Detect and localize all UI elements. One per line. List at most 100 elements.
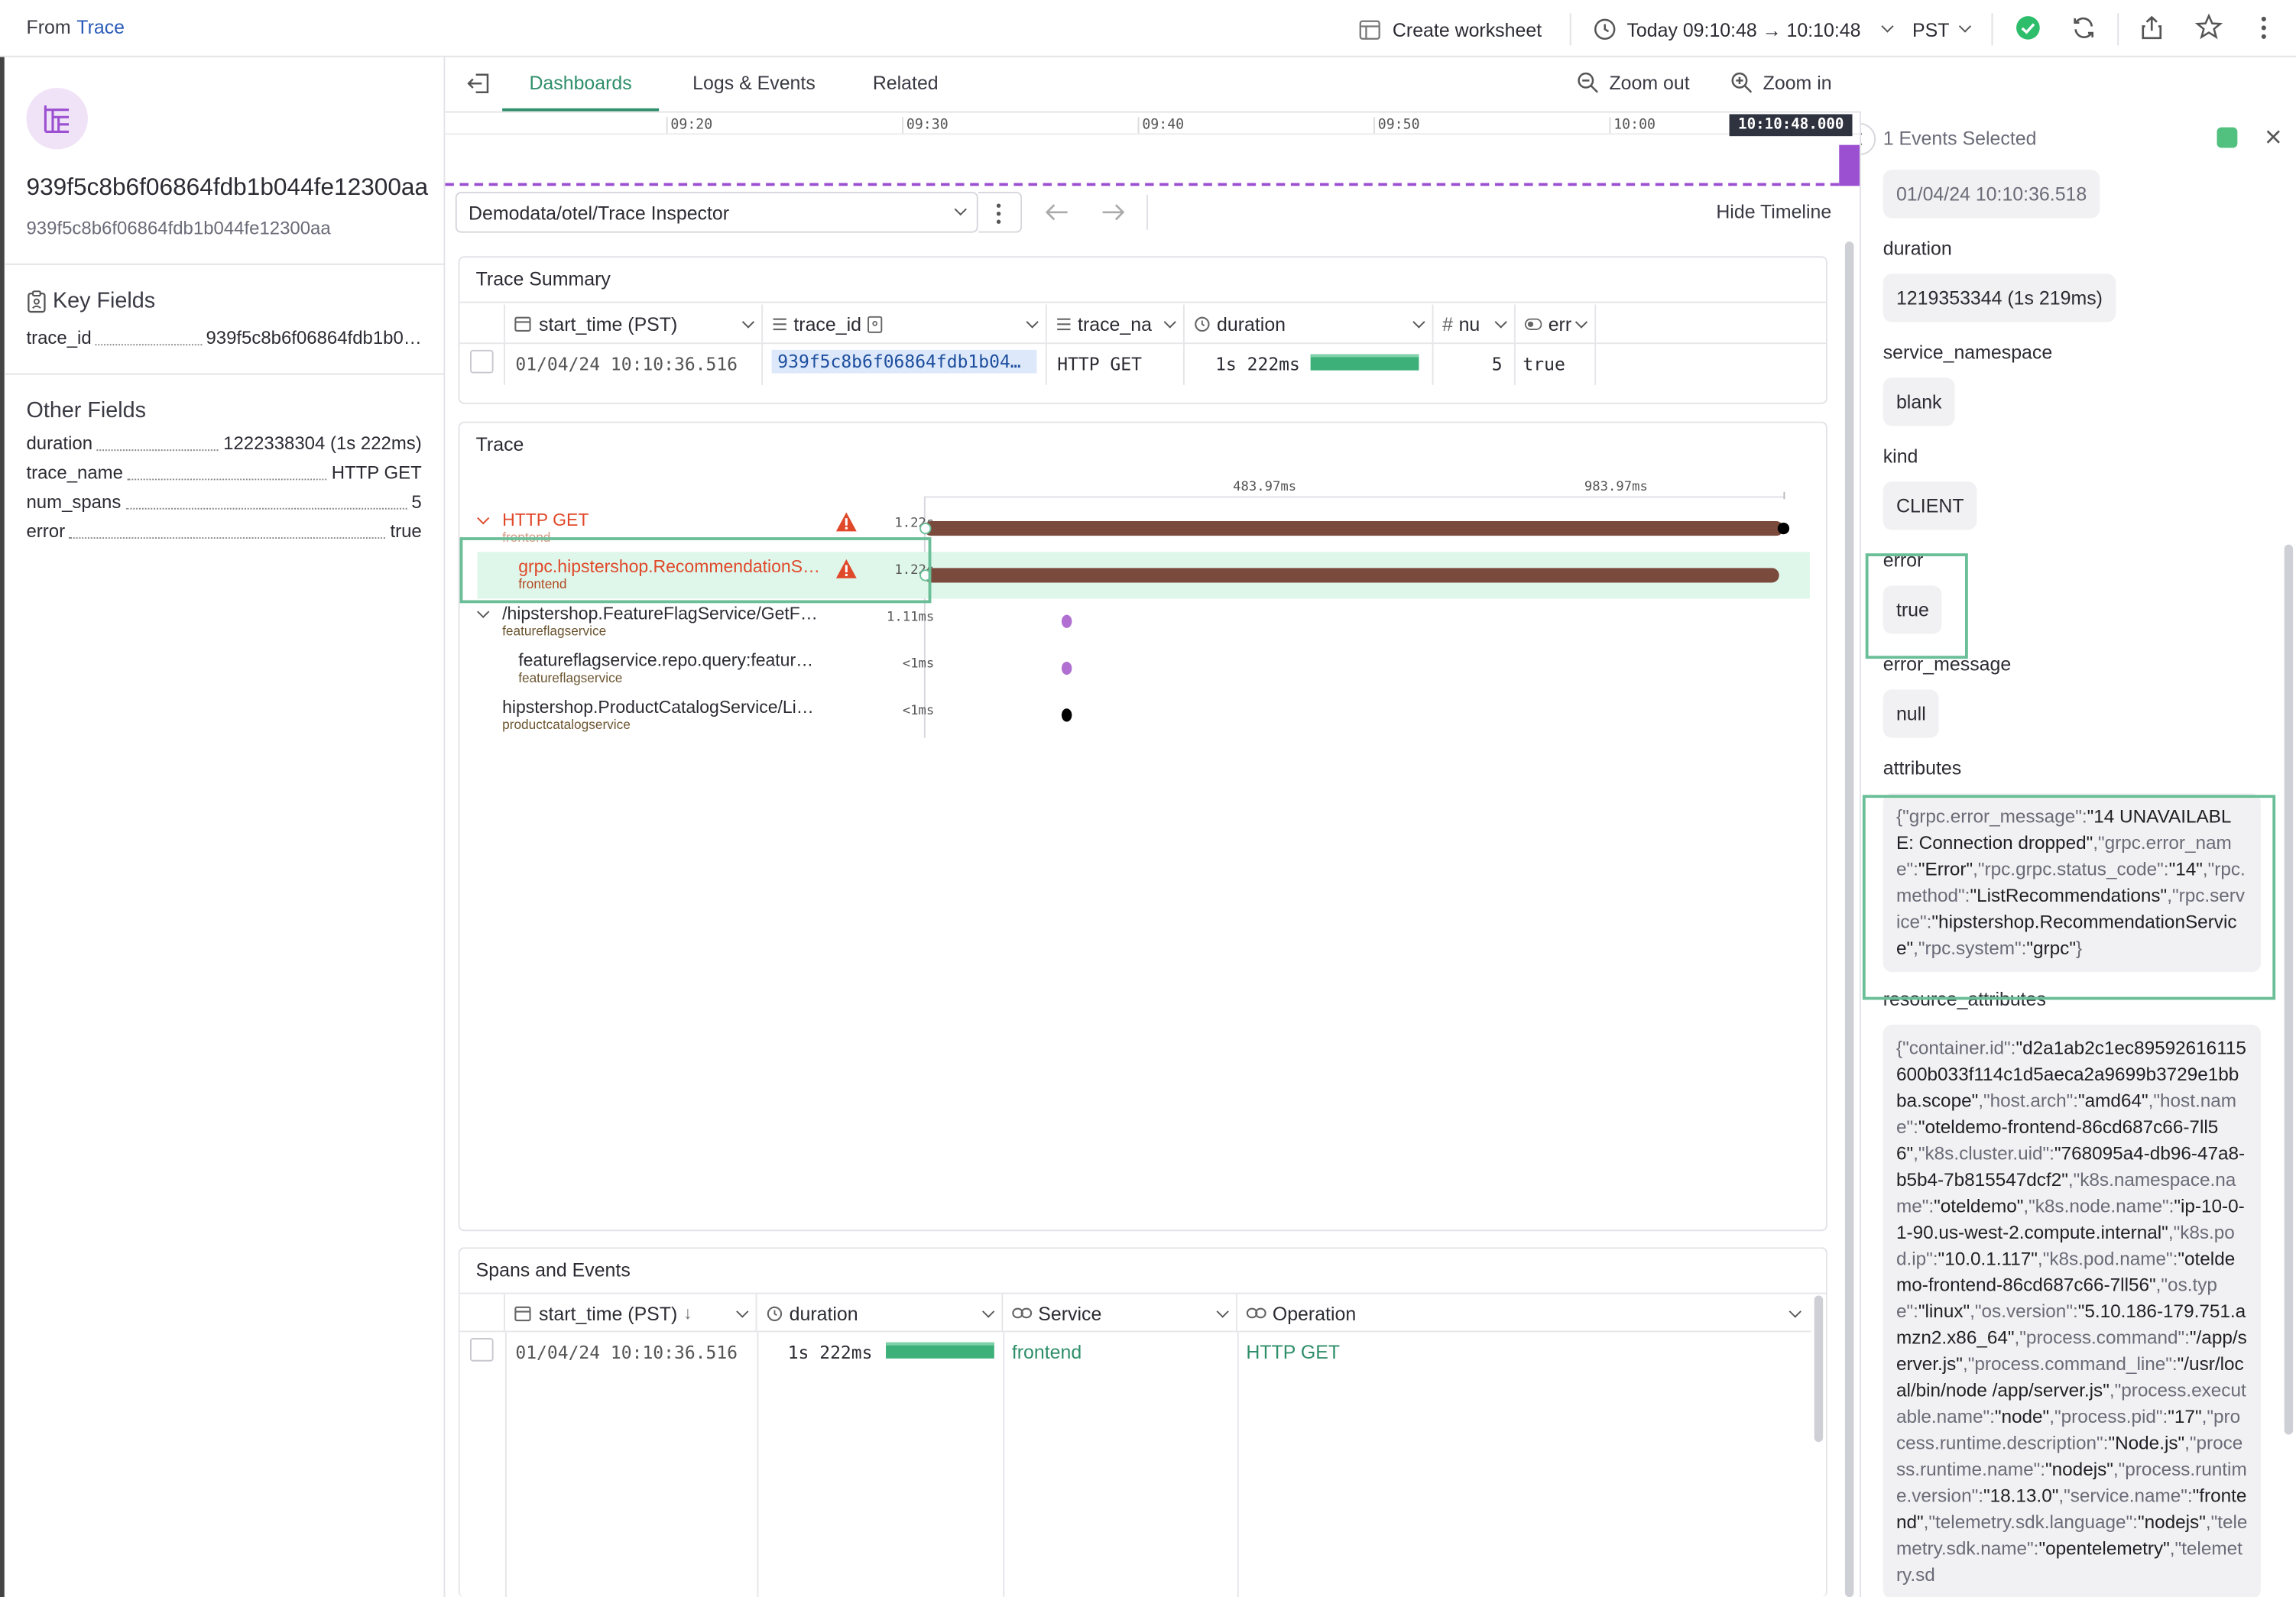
- span-bar[interactable]: [923, 568, 1779, 583]
- column-header-start-time[interactable]: start_time (PST): [505, 304, 764, 343]
- zoom-out-icon: [1578, 72, 1599, 93]
- column-header-trace-name[interactable]: trace_na: [1047, 304, 1185, 343]
- span-bar[interactable]: [1061, 614, 1072, 628]
- divider: [4, 373, 444, 375]
- link-icon: [1246, 1307, 1266, 1319]
- back-arrow-icon[interactable]: [1044, 200, 1070, 224]
- field-value[interactable]: 939f5c8b6f06864fdb1b0…: [206, 328, 421, 348]
- json-value: "nodejs": [2137, 1512, 2206, 1533]
- collapse-panel-icon[interactable]: [465, 72, 491, 96]
- span-bar[interactable]: [1061, 661, 1072, 675]
- span-name[interactable]: HTTP GET: [502, 510, 589, 530]
- field-value[interactable]: 1222338304 (1s 222ms): [223, 433, 422, 454]
- timeline[interactable]: 09:20 09:30 09:40 09:50 10:00 10:10:48.0…: [445, 111, 1860, 188]
- dashboard-more-button[interactable]: [978, 191, 1023, 233]
- breadcrumb-trace-link[interactable]: Trace: [76, 16, 125, 38]
- other-field-row: trace_name HTTP GET: [5, 458, 444, 488]
- column-header-duration[interactable]: duration: [757, 1294, 1004, 1333]
- column-header-start-time[interactable]: start_time (PST) ↓: [505, 1294, 757, 1333]
- time-range-picker[interactable]: Today 09:10:48 → 10:10:48: [1593, 15, 1894, 44]
- detail-scrollbar[interactable]: [2284, 544, 2294, 1435]
- chevron-down-icon: [1880, 20, 1894, 33]
- center-scrollbar[interactable]: [1842, 241, 1857, 1597]
- spans-header-row: start_time (PST) ↓ duration Service Oper…: [460, 1294, 1808, 1333]
- zoom-out-button[interactable]: Zoom out: [1577, 72, 1690, 94]
- column-header-service[interactable]: Service: [1003, 1294, 1237, 1333]
- waterfall-scale-line: [923, 496, 1785, 498]
- span-bar[interactable]: [1061, 708, 1072, 722]
- field-value[interactable]: 5: [411, 492, 421, 513]
- row-checkbox[interactable]: [469, 1338, 494, 1362]
- field-name: kind: [1883, 445, 1918, 468]
- cell-service[interactable]: frontend: [1003, 1332, 1237, 1373]
- star-icon[interactable]: [2194, 13, 2223, 40]
- span-row[interactable]: /hipstershop.FeatureFlagService/GetF… fea…: [477, 599, 1810, 646]
- field-value[interactable]: true: [390, 521, 421, 542]
- cell-operation[interactable]: HTTP GET: [1237, 1332, 1808, 1373]
- timeline-selection-handle[interactable]: [1839, 144, 1860, 186]
- timezone-select[interactable]: PST: [1912, 15, 1972, 44]
- refresh-icon[interactable]: [2071, 15, 2097, 40]
- chevron-down-icon: [1216, 1304, 1229, 1317]
- tab-logs-events[interactable]: Logs & Events: [692, 72, 816, 94]
- table-scrollbar[interactable]: [1814, 1295, 1824, 1443]
- timeline-tick: 09:30: [902, 117, 949, 134]
- cell-trace-id[interactable]: 939f5c8b6f06864fdb1b04…: [763, 344, 1047, 385]
- tab-dashboards[interactable]: Dashboards: [502, 57, 660, 112]
- trace-id-link[interactable]: 939f5c8b6f06864fdb1b04…: [771, 349, 1037, 374]
- field-value[interactable]: null: [1883, 689, 1939, 738]
- span-duration: <1ms: [902, 704, 935, 719]
- dashboard-select[interactable]: Demodata/otel/Trace Inspector: [455, 191, 978, 233]
- column-header-num-spans[interactable]: # nu: [1434, 304, 1516, 343]
- tab-label: Logs & Events: [692, 71, 816, 94]
- forward-arrow-icon[interactable]: [1100, 200, 1126, 224]
- span-name[interactable]: featureflagservice.repo.query:featur…: [518, 650, 813, 671]
- zoom-in-icon: [1731, 72, 1753, 93]
- column-header-trace-id[interactable]: trace_id: [763, 304, 1047, 343]
- field-value[interactable]: blank: [1883, 377, 1955, 426]
- hide-timeline-button[interactable]: Hide Timeline: [1716, 200, 1831, 222]
- json-key: "process.command":: [2019, 1327, 2190, 1349]
- field-value[interactable]: CLIENT: [1883, 481, 1977, 530]
- json-value: "17": [2168, 1407, 2202, 1427]
- field-value[interactable]: HTTP GET: [332, 462, 422, 483]
- expand-chevron-icon[interactable]: [477, 512, 490, 525]
- share-icon[interactable]: [2139, 15, 2165, 40]
- span-row[interactable]: featureflagservice.repo.query:featur… fea…: [478, 646, 1810, 692]
- json-key: "os.version":: [1974, 1301, 2078, 1322]
- other-fields-list: duration 1222338304 (1s 222ms) trace_name…: [5, 429, 444, 546]
- column-header-operation[interactable]: Operation: [1237, 1294, 1808, 1333]
- span-name[interactable]: hipstershop.ProductCatalogService/Li…: [502, 697, 814, 718]
- scrollbar-thumb[interactable]: [1844, 241, 1854, 1597]
- tab-label: Dashboards: [529, 71, 632, 94]
- duration-value: 1s 222ms: [1215, 354, 1300, 375]
- field-value[interactable]: 1219353344 (1s 219ms): [1883, 274, 2116, 322]
- expand-chevron-icon[interactable]: [477, 605, 490, 618]
- duration-bar-track: [1310, 354, 1419, 371]
- span-bar[interactable]: [923, 521, 1784, 536]
- resource-attributes-json[interactable]: {"container.id":"d2a1ab2c1ec895926161156…: [1883, 1025, 2261, 1597]
- divider: [1569, 13, 1571, 46]
- chevron-down-icon: [1494, 315, 1507, 328]
- timeline-tick: 09:20: [666, 117, 712, 134]
- scale-end-tick: [1783, 491, 1785, 500]
- column-header-duration[interactable]: duration: [1185, 304, 1434, 343]
- close-icon[interactable]: [2265, 129, 2281, 145]
- key-fields-title: Key Fields: [52, 288, 156, 313]
- zoom-in-button[interactable]: Zoom in: [1730, 72, 1832, 94]
- more-vertical-icon[interactable]: [2256, 15, 2271, 40]
- column-header-error[interactable]: err: [1516, 304, 1597, 343]
- span-name[interactable]: /hipstershop.FeatureFlagService/GetF…: [502, 603, 818, 624]
- spans-data-row[interactable]: 01/04/24 10:10:36.516 1s 222ms frontend …: [460, 1332, 1808, 1373]
- row-checkbox[interactable]: [469, 349, 494, 374]
- collapse-detail-button[interactable]: [1860, 122, 1876, 156]
- span-row[interactable]: hipstershop.ProductCatalogService/Li… pro…: [478, 692, 1810, 739]
- create-worksheet-button[interactable]: Create worksheet: [1359, 15, 1542, 44]
- other-fields-title: Other Fields: [26, 398, 147, 423]
- trace-title: 939f5c8b6f06864fdb1b044fe12300aa: [26, 173, 429, 201]
- chevron-down-icon: [954, 202, 967, 216]
- summary-data-row[interactable]: 01/04/24 10:10:36.516 939f5c8b6f06864fdb…: [460, 344, 1597, 385]
- tab-related[interactable]: Related: [873, 72, 939, 94]
- duration-bar-fill: [886, 1342, 994, 1359]
- span-start-dot: [919, 522, 932, 535]
